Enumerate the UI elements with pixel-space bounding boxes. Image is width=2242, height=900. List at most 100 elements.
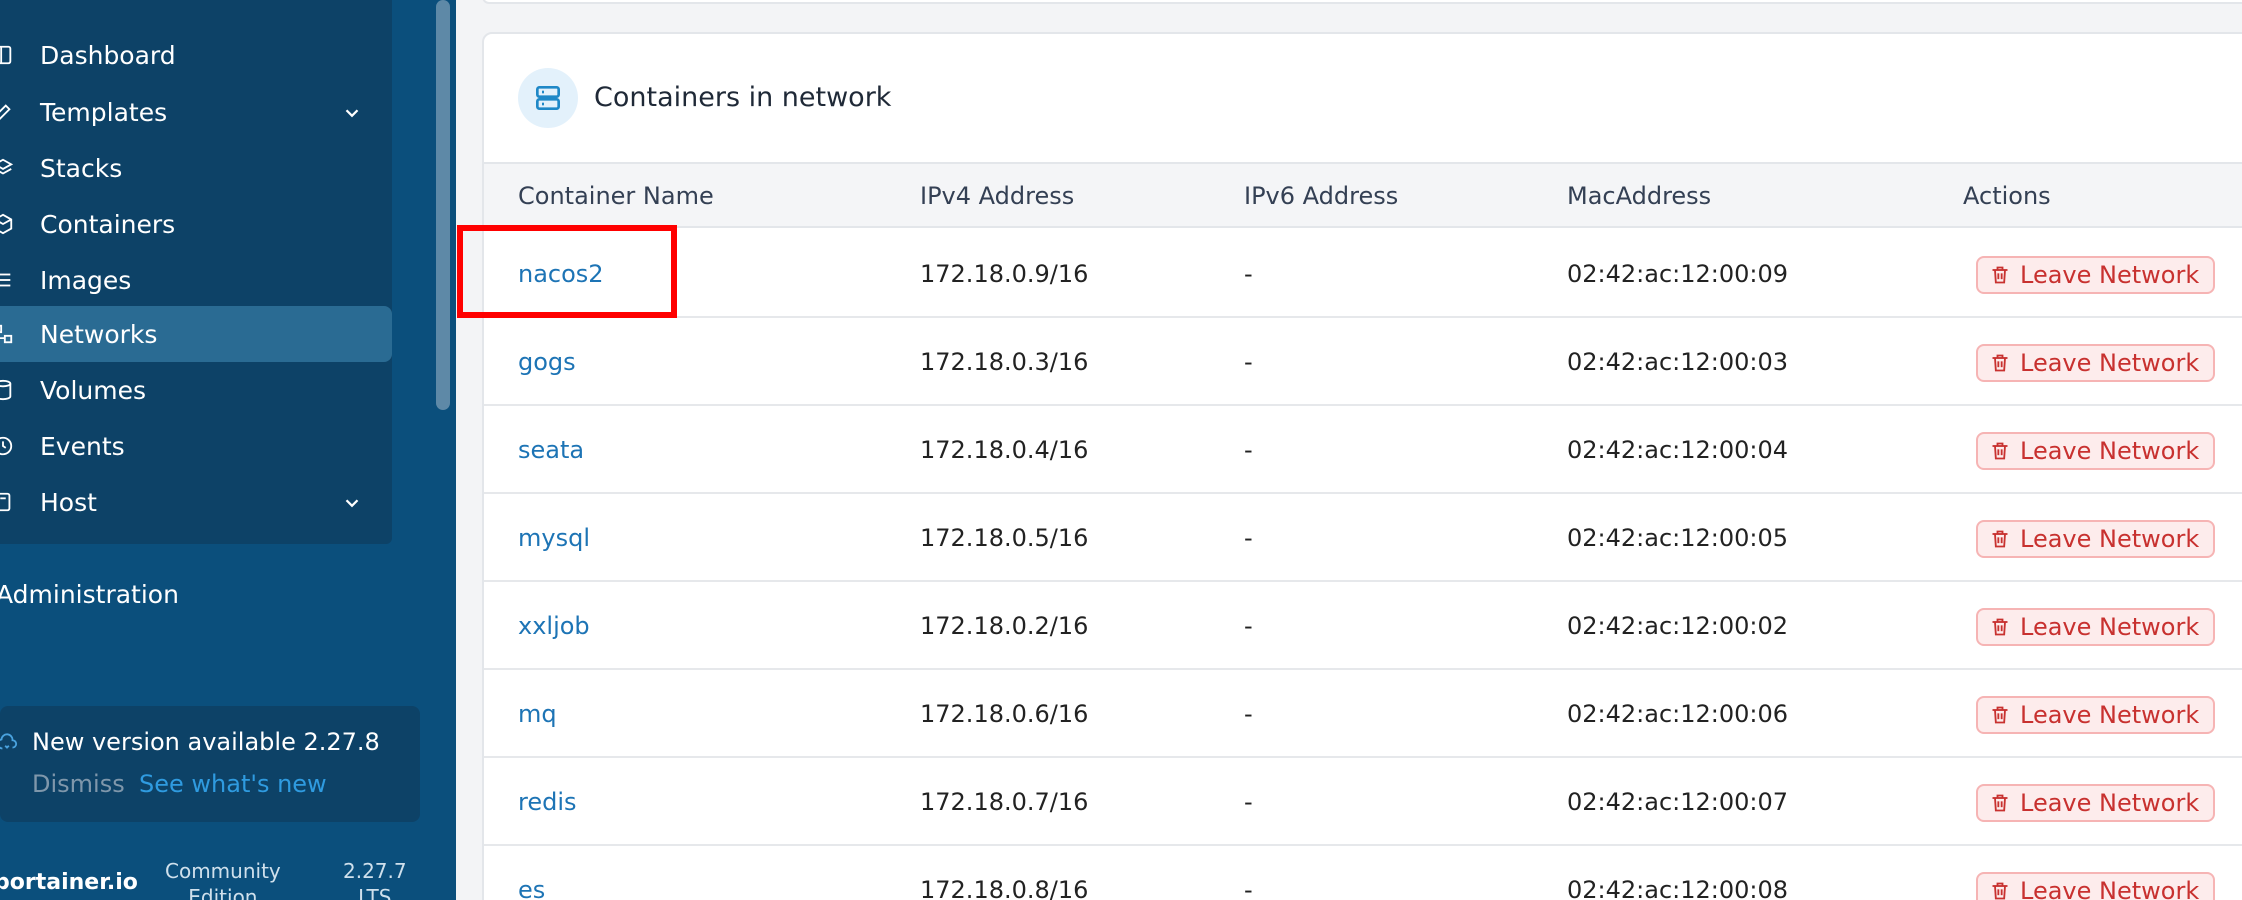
sidebar-item-containers[interactable]: Containers xyxy=(0,196,392,252)
sidebar-item-networks[interactable]: Networks xyxy=(0,306,392,362)
mac-address: 02:42:ac:12:00:09 xyxy=(1567,260,1789,288)
network-icon xyxy=(0,323,14,345)
box-icon xyxy=(0,213,14,235)
layers-icon xyxy=(0,157,14,179)
mac-address: 02:42:ac:12:00:03 xyxy=(1567,348,1789,376)
sidebar-item-dashboard[interactable]: Dashboard xyxy=(0,27,392,83)
column-header-mac[interactable]: MacAddress xyxy=(1567,182,1711,210)
ipv4-address: 172.18.0.2/16 xyxy=(920,612,1089,640)
edition-line: Edition xyxy=(188,885,258,900)
trash-icon xyxy=(1990,529,2020,549)
trash-icon xyxy=(1990,617,2020,637)
mac-address: 02:42:ac:12:00:06 xyxy=(1567,700,1789,728)
ipv4-address: 172.18.0.5/16 xyxy=(920,524,1089,552)
leave-network-button[interactable]: Leave Network xyxy=(1976,344,2216,382)
container-name-link[interactable]: gogs xyxy=(518,348,576,376)
see-whats-new-link[interactable]: See what's new xyxy=(139,770,327,798)
container-name-link[interactable]: xxljob xyxy=(518,612,590,640)
dismiss-button[interactable]: Dismiss xyxy=(32,770,125,798)
ipv4-address: 172.18.0.7/16 xyxy=(920,788,1089,816)
container-name-link[interactable]: mq xyxy=(518,700,557,728)
container-name-link[interactable]: seata xyxy=(518,436,584,464)
trash-icon xyxy=(1990,441,2020,461)
sidebar-item-label: Volumes xyxy=(40,375,147,405)
chevron-down-icon[interactable] xyxy=(341,491,363,513)
trash-icon xyxy=(1990,265,2020,285)
leave-network-button[interactable]: Leave Network xyxy=(1976,696,2216,734)
edition-label: Community Edition xyxy=(165,858,281,900)
mac-address: 02:42:ac:12:00:02 xyxy=(1567,612,1789,640)
history-icon xyxy=(0,435,14,457)
sidebar-item-label: Host xyxy=(40,487,97,517)
leave-network-button[interactable]: Leave Network xyxy=(1976,784,2216,822)
server-stack-icon xyxy=(518,68,578,128)
table-row: gogs 172.18.0.3/16 - 02:42:ac:12:00:03 Leave… xyxy=(484,318,2242,406)
card-header: Containers in network xyxy=(484,34,2242,164)
leave-network-button[interactable]: Leave Network xyxy=(1976,520,2216,558)
table-row: es 172.18.0.8/16 - 02:42:ac:12:00:08 Leave N… xyxy=(484,846,2242,900)
container-name-link[interactable]: redis xyxy=(518,788,577,816)
ipv6-address: - xyxy=(1244,788,1253,816)
sidebar-item-host[interactable]: Host xyxy=(0,474,392,530)
dashboard-icon xyxy=(0,44,14,66)
leave-network-button[interactable]: Leave Network xyxy=(1976,872,2216,900)
leave-network-label: Leave Network xyxy=(2020,613,2200,641)
ipv6-address: - xyxy=(1244,700,1253,728)
leave-network-label: Leave Network xyxy=(2020,525,2200,553)
sidebar-scrollbar-thumb[interactable] xyxy=(436,0,450,410)
portainer-logo: portainer.io xyxy=(0,870,138,895)
download-cloud-icon xyxy=(0,732,18,754)
chevron-down-icon[interactable] xyxy=(341,101,363,123)
table-row: xxljob 172.18.0.2/16 - 02:42:ac:12:00:02 Lea… xyxy=(484,582,2242,670)
table-header: Container Name IPv4 Address IPv6 Address… xyxy=(484,164,2242,228)
leave-network-label: Leave Network xyxy=(2020,349,2200,377)
leave-network-label: Leave Network xyxy=(2020,701,2200,729)
sidebar-item-label: Networks xyxy=(40,319,158,349)
trash-icon xyxy=(1990,793,2020,813)
card-title: Containers in network xyxy=(594,82,892,113)
leave-network-label: Leave Network xyxy=(2020,261,2200,289)
column-header-ipv4[interactable]: IPv4 Address xyxy=(920,182,1074,210)
container-name-link[interactable]: es xyxy=(518,876,545,900)
sidebar-item-label: Containers xyxy=(40,209,176,239)
administration-heading: Administration xyxy=(0,580,179,609)
leave-network-label: Leave Network xyxy=(2020,437,2200,465)
sidebar-item-label: Events xyxy=(40,431,125,461)
edition-line: Community xyxy=(165,859,281,883)
version-label: 2.27.7 LTS xyxy=(343,858,407,900)
sidebar: Dashboard Templates Stacks Containers Im… xyxy=(0,0,456,900)
version-line: 2.27.7 xyxy=(343,859,407,883)
sidebar-item-volumes[interactable]: Volumes xyxy=(0,362,392,418)
mac-address: 02:42:ac:12:00:04 xyxy=(1567,436,1789,464)
list-icon xyxy=(0,269,14,291)
mac-address: 02:42:ac:12:00:05 xyxy=(1567,524,1789,552)
table-row: mysql 172.18.0.5/16 - 02:42:ac:12:00:05 Leav… xyxy=(484,494,2242,582)
trash-icon xyxy=(1990,353,2020,373)
update-title: New version available 2.27.8 xyxy=(32,728,380,756)
ipv4-address: 172.18.0.9/16 xyxy=(920,260,1089,288)
column-header-ipv6[interactable]: IPv6 Address xyxy=(1244,182,1398,210)
table-row: redis 172.18.0.7/16 - 02:42:ac:12:00:07 Leav… xyxy=(484,758,2242,846)
sidebar-item-label: Images xyxy=(40,265,132,295)
trash-icon xyxy=(1990,705,2020,725)
sidebar-item-templates[interactable]: Templates xyxy=(0,84,392,140)
leave-network-label: Leave Network xyxy=(2020,789,2200,817)
database-icon xyxy=(0,379,14,401)
ipv6-address: - xyxy=(1244,260,1253,288)
container-name-link[interactable]: mysql xyxy=(518,524,590,552)
ipv4-address: 172.18.0.8/16 xyxy=(920,876,1089,900)
ipv4-address: 172.18.0.4/16 xyxy=(920,436,1089,464)
highlight-annotation xyxy=(457,225,677,318)
environment-nav-group: Dashboard Templates Stacks Containers Im… xyxy=(0,0,392,544)
ipv4-address: 172.18.0.3/16 xyxy=(920,348,1089,376)
sidebar-item-stacks[interactable]: Stacks xyxy=(0,140,392,196)
ipv6-address: - xyxy=(1244,876,1253,900)
leave-network-button[interactable]: Leave Network xyxy=(1976,432,2216,470)
column-header-container-name[interactable]: Container Name xyxy=(518,182,714,210)
sidebar-item-events[interactable]: Events xyxy=(0,418,392,474)
leave-network-button[interactable]: Leave Network xyxy=(1976,256,2216,294)
sidebar-item-images[interactable]: Images xyxy=(0,252,392,308)
leave-network-button[interactable]: Leave Network xyxy=(1976,608,2216,646)
version-line: LTS xyxy=(358,885,392,900)
ipv4-address: 172.18.0.6/16 xyxy=(920,700,1089,728)
